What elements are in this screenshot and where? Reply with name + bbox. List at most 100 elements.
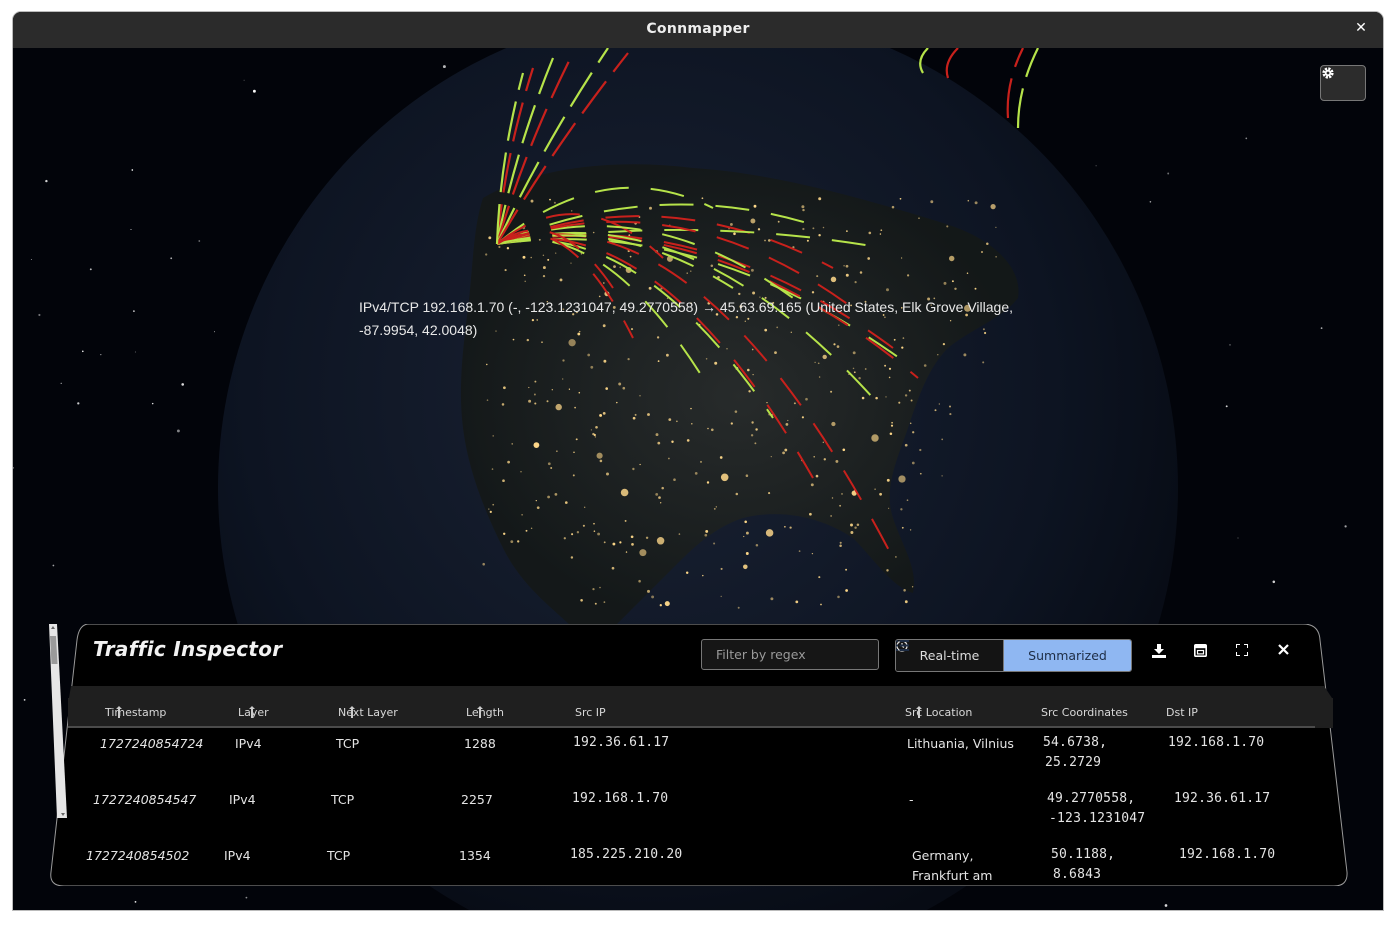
window-close-button[interactable]: ✕ [1353, 20, 1369, 36]
city-light [528, 386, 530, 389]
city-light [547, 495, 550, 499]
cell-timestamp: 1727240854502 [86, 848, 190, 863]
list-icon [896, 640, 909, 651]
city-light [592, 587, 595, 591]
city-light [888, 376, 891, 379]
column-header-src-ip[interactable]: Src IP [575, 706, 606, 719]
column-header-layer[interactable]: Layer [238, 706, 269, 719]
city-light [647, 413, 650, 416]
city-light [839, 544, 842, 547]
download-button[interactable] [1152, 644, 1172, 664]
city-light [839, 541, 842, 544]
connection-arc [945, 48, 959, 79]
city-light [597, 532, 601, 536]
cell-src-location-line1: Germany, [912, 848, 974, 863]
city-light [822, 226, 825, 229]
city-light [856, 523, 860, 527]
city-light [831, 421, 836, 427]
regex-filter-input[interactable] [701, 639, 879, 670]
city-light [524, 280, 526, 283]
realtime-button[interactable]: Real-time [896, 640, 1004, 671]
city-light [530, 527, 533, 530]
city-light [613, 265, 616, 268]
city-light [624, 519, 627, 522]
city-light [868, 231, 872, 235]
city-light [599, 459, 603, 463]
summarized-button[interactable]: Summarized [896, 640, 1131, 671]
city-light [714, 361, 718, 365]
column-header-timestamp[interactable]: Timestamp [105, 706, 166, 719]
city-light [713, 542, 716, 545]
city-light [864, 368, 867, 370]
city-light [639, 463, 641, 466]
city-light [533, 442, 540, 448]
star [23, 699, 26, 701]
city-light [743, 564, 748, 570]
city-light [816, 275, 819, 278]
column-header-dst-ip[interactable]: Dst IP [1166, 706, 1198, 719]
city-light [686, 272, 688, 274]
cell-length: 1354 [459, 848, 491, 863]
column-header-length[interactable]: Length [466, 706, 504, 719]
city-light [632, 416, 636, 420]
city-light [596, 452, 603, 459]
column-header-next-layer[interactable]: Next Layer [338, 706, 398, 719]
window-mode-button[interactable] [1194, 644, 1214, 664]
city-light [889, 432, 893, 436]
cell-layer: IPv4 [224, 848, 251, 863]
city-light [530, 199, 534, 203]
city-light [673, 478, 676, 482]
column-header-src-coordinates[interactable]: Src Coordinates [1041, 706, 1128, 719]
column-header-src-location[interactable]: Src Location [905, 706, 972, 719]
city-light [748, 390, 751, 393]
city-light [611, 566, 615, 570]
city-light [801, 205, 805, 209]
city-light [831, 497, 834, 499]
city-light [730, 422, 733, 425]
city-light [660, 502, 662, 504]
star [133, 310, 135, 312]
city-light [853, 371, 856, 374]
city-light [502, 479, 505, 483]
city-light [485, 253, 488, 256]
city-light [690, 407, 692, 410]
city-light [556, 450, 558, 452]
settings-button[interactable] [1320, 65, 1366, 101]
city-light [875, 396, 878, 400]
city-light [942, 342, 946, 346]
city-light [751, 348, 754, 351]
city-light [593, 530, 596, 532]
city-light [507, 460, 510, 464]
table-scrollbar[interactable] [49, 624, 67, 818]
city-light [536, 506, 540, 510]
city-light [888, 367, 892, 370]
city-light [886, 288, 889, 292]
city-light [830, 276, 837, 283]
city-light [599, 586, 601, 589]
realtime-label: Real-time [919, 648, 980, 663]
city-light [888, 507, 890, 509]
city-light [631, 543, 634, 546]
city-light [805, 397, 808, 401]
globe-view[interactable]: IPv4/TCP 192.168.1.70 (-, -123.1231047, … [13, 48, 1383, 910]
fullscreen-button[interactable] [1236, 644, 1256, 664]
close-panel-button[interactable] [1278, 644, 1298, 664]
city-light [886, 478, 890, 482]
city-light [555, 252, 557, 254]
star [1272, 580, 1276, 584]
city-light [795, 600, 799, 604]
city-light [590, 365, 594, 369]
city-light [542, 274, 546, 278]
city-light [745, 552, 749, 555]
city-light [523, 274, 526, 277]
city-light [590, 429, 593, 431]
city-light [525, 529, 528, 532]
city-light [745, 531, 749, 535]
connection-arc [1016, 48, 1039, 129]
city-light [603, 601, 606, 603]
cell-next-layer: TCP [331, 792, 355, 807]
city-light [845, 264, 849, 268]
city-light [738, 292, 741, 296]
panel-title: Traffic Inspector [93, 637, 283, 661]
city-light [986, 242, 989, 246]
